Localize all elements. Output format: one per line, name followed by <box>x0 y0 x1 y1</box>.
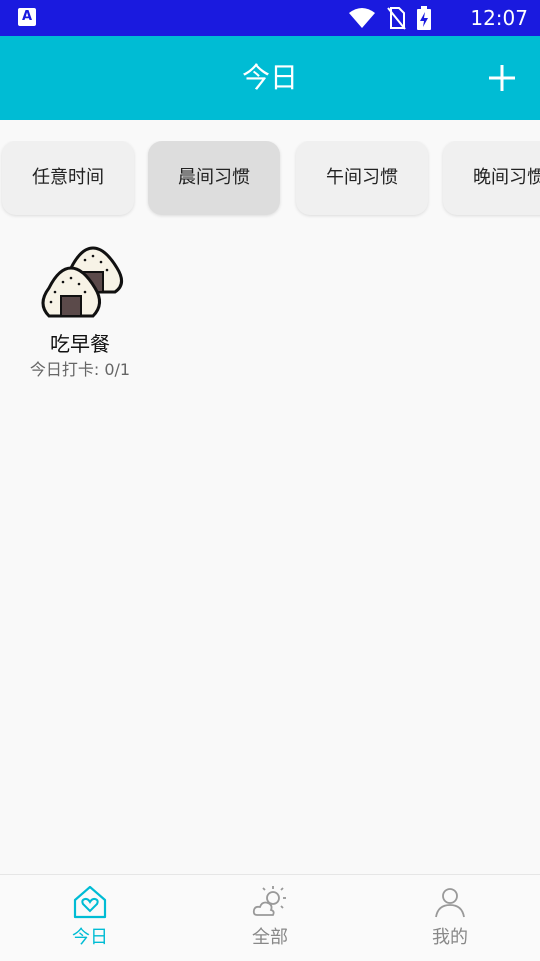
home-heart-icon <box>73 885 107 919</box>
plus-icon <box>489 65 515 91</box>
app-bar: 今日 <box>0 36 540 120</box>
chip-morning[interactable]: 晨间习惯 <box>148 141 280 215</box>
nav-mine-label: 我的 <box>432 927 468 948</box>
nav-all-label: 全部 <box>252 927 288 948</box>
nav-all[interactable]: 全部 <box>180 875 360 961</box>
habit-item[interactable]: 吃早餐 今日打卡: 0/1 <box>20 240 140 382</box>
chip-anytime[interactable]: 任意时间 <box>2 141 134 215</box>
chip-noon[interactable]: 午间习惯 <box>296 141 428 215</box>
status-time: 12:07 <box>470 6 528 30</box>
chip-evening[interactable]: 晚间习惯 <box>443 141 540 215</box>
app-notification-icon: A <box>18 8 36 26</box>
rice-ball-icon <box>41 246 123 318</box>
status-icons <box>348 6 432 30</box>
time-filter-chips: 任意时间 晨间习惯 午间习惯 晚间习惯 <box>0 141 540 219</box>
nav-today[interactable]: 今日 <box>0 875 180 961</box>
add-habit-button[interactable] <box>482 58 522 98</box>
no-sim-icon <box>387 7 406 30</box>
profile-icon <box>435 888 465 918</box>
nav-today-label: 今日 <box>72 927 108 948</box>
bottom-nav: 今日 全部 我的 <box>0 874 540 961</box>
sun-cloud-icon <box>252 886 286 916</box>
nav-mine[interactable]: 我的 <box>360 875 540 961</box>
habit-name: 吃早餐 <box>50 332 110 356</box>
wifi-icon <box>349 8 375 28</box>
habit-progress: 今日打卡: 0/1 <box>29 360 131 379</box>
battery-charging-icon <box>417 6 431 30</box>
page-title: 今日 <box>241 61 298 94</box>
status-bar: A 12:07 <box>0 0 540 36</box>
